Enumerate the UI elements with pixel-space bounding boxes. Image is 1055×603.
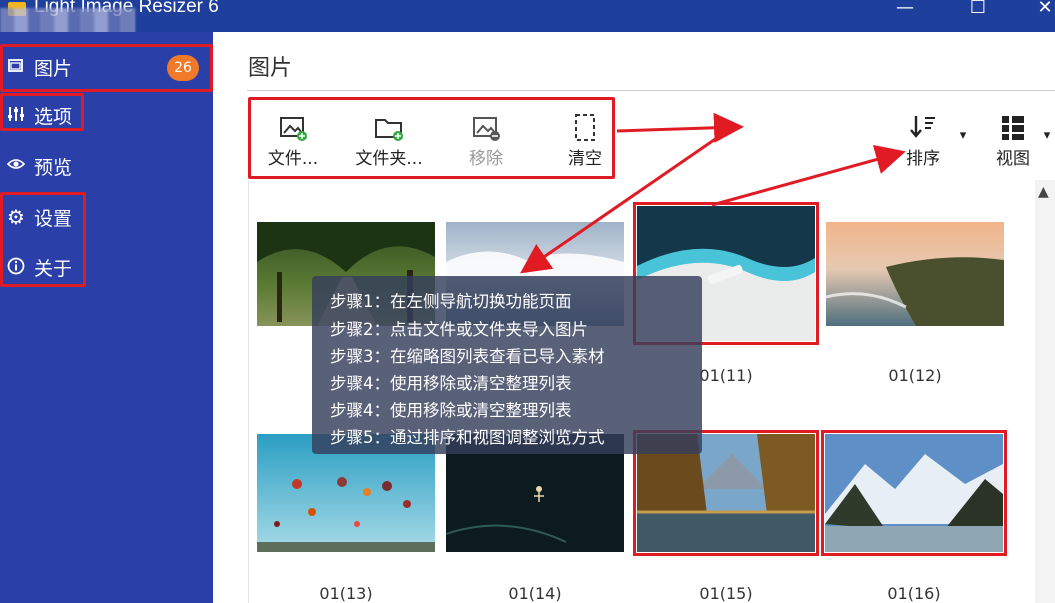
instruction-overlay: 步骤1：在左侧导航切换功能页面 步骤2：点击文件或文件夹导入图片 步骤3：在缩略… xyxy=(312,276,702,454)
instruction-step: 步骤4：使用移除或清空整理列表 xyxy=(330,401,572,420)
arrow-toolbar-right xyxy=(616,112,744,143)
instruction-step: 步骤5：通过排序和视图调整浏览方式 xyxy=(330,428,605,447)
arrow-to-sort xyxy=(711,144,906,207)
instruction-step: 步骤2：点击文件或文件夹导入图片 xyxy=(330,320,588,339)
arrow-to-thumbnails xyxy=(520,129,728,274)
instruction-step: 步骤4：使用移除或清空整理列表 xyxy=(330,374,572,393)
instruction-step: 步骤1：在左侧导航切换功能页面 xyxy=(330,292,572,311)
instruction-step: 步骤3：在缩略图列表查看已导入素材 xyxy=(330,347,605,366)
